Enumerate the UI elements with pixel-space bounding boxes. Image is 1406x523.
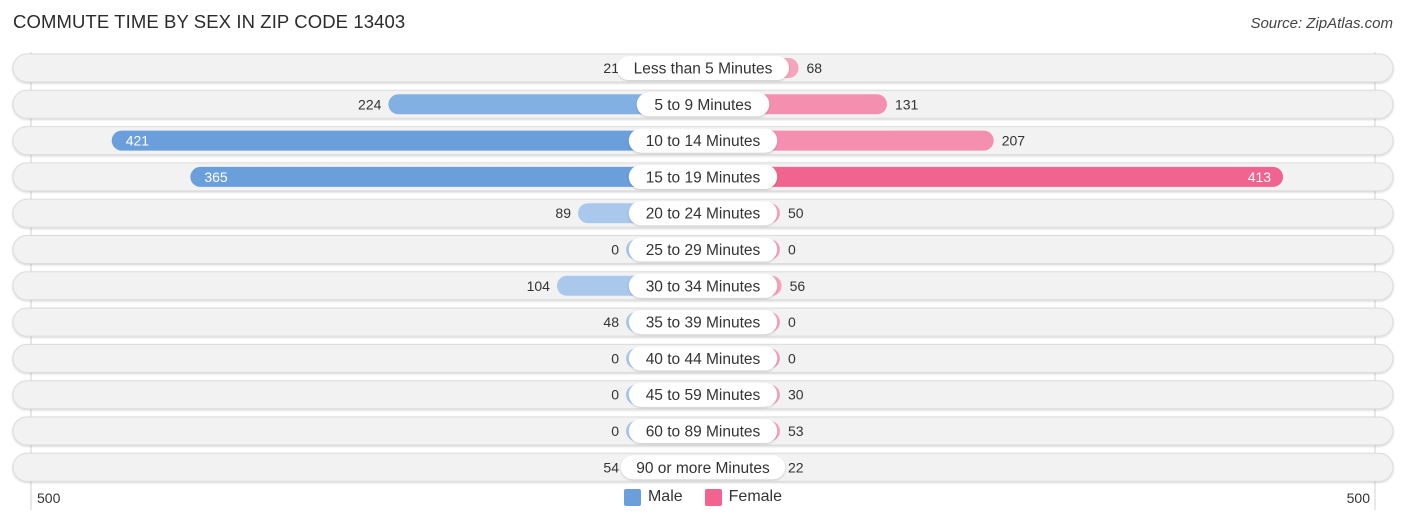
chart-canvas: 21 68 Less than 5 Minutes 224 131 5 to 9 Minu…: [12, 52, 1394, 510]
category-label: 30 to 34 Minutes: [646, 278, 761, 295]
value-label-male: 104: [527, 278, 551, 294]
value-label-female: 68: [807, 60, 823, 76]
chart-row: 0 30 45 to 59 Minutes: [12, 380, 1394, 410]
category-label: 35 to 39 Minutes: [646, 315, 761, 332]
category-label: 5 to 9 Minutes: [654, 97, 752, 114]
value-label-male: 0: [611, 242, 619, 258]
bar-female: [703, 166, 1284, 187]
category-label: 15 to 19 Minutes: [646, 169, 761, 186]
category-label: Less than 5 Minutes: [634, 61, 773, 78]
chart-row: 104 56 30 to 34 Minutes: [12, 271, 1394, 301]
legend-swatch-male: [623, 488, 641, 506]
value-label-male: 54: [603, 459, 619, 475]
category-label: 45 to 59 Minutes: [646, 387, 761, 404]
value-label-female: 0: [788, 242, 796, 258]
value-label-female: 0: [788, 314, 796, 330]
category-label: 90 or more Minutes: [636, 460, 770, 477]
chart-row: 0 53 60 to 89 Minutes: [12, 416, 1394, 446]
chart-row: 21 68 Less than 5 Minutes: [12, 53, 1394, 83]
chart-row: 54 22 90 or more Minutes: [12, 452, 1394, 482]
value-label-female: 0: [788, 350, 796, 366]
category-label: 60 to 89 Minutes: [646, 424, 761, 441]
chart-row: 0 0 25 to 29 Minutes: [12, 235, 1394, 264]
legend-swatch-female: [704, 488, 722, 506]
chart-row: 48 0 35 to 39 Minutes: [12, 307, 1394, 337]
value-label-male: 365: [204, 169, 228, 185]
value-label-male: 0: [611, 350, 619, 366]
bar-male: [111, 130, 703, 151]
category-label: 20 to 24 Minutes: [646, 206, 761, 223]
category-label: 25 to 29 Minutes: [646, 242, 761, 259]
chart-row: 224 131 5 to 9 Minutes: [12, 89, 1394, 119]
legend-label-male: Male: [647, 488, 683, 505]
value-label-male: 421: [126, 133, 150, 149]
value-label-male: 0: [611, 387, 619, 403]
value-label-female: 22: [788, 459, 804, 475]
value-label-male: 0: [611, 423, 619, 439]
value-label-female: 53: [788, 423, 804, 439]
value-label-male: 21: [603, 60, 619, 76]
legend-label-female: Female: [728, 488, 783, 505]
chart-row: 421 207 10 to 14 Minutes: [12, 126, 1394, 156]
category-label: 10 to 14 Minutes: [646, 133, 761, 150]
chart-row: 365 413 15 to 19 Minutes: [12, 162, 1394, 192]
value-label-female: 56: [790, 278, 806, 294]
legend-item-male[interactable]: Male: [623, 488, 683, 506]
value-label-female: 207: [1002, 133, 1026, 149]
chart-row: 89 50 20 to 24 Minutes: [12, 198, 1394, 228]
value-label-male: 48: [603, 314, 619, 330]
value-label-female: 131: [895, 96, 919, 112]
bar-male: [190, 166, 703, 187]
value-label-male: 89: [555, 205, 571, 221]
legend-item-female[interactable]: Female: [704, 488, 783, 506]
legend: Male Female: [0, 488, 1406, 506]
value-label-female: 30: [788, 387, 804, 403]
value-label-female: 50: [788, 205, 804, 221]
value-label-female: 413: [1248, 169, 1272, 185]
chart-row: 0 0 40 to 44 Minutes: [12, 343, 1394, 373]
category-label: 40 to 44 Minutes: [646, 351, 761, 368]
value-label-male: 224: [358, 96, 382, 112]
